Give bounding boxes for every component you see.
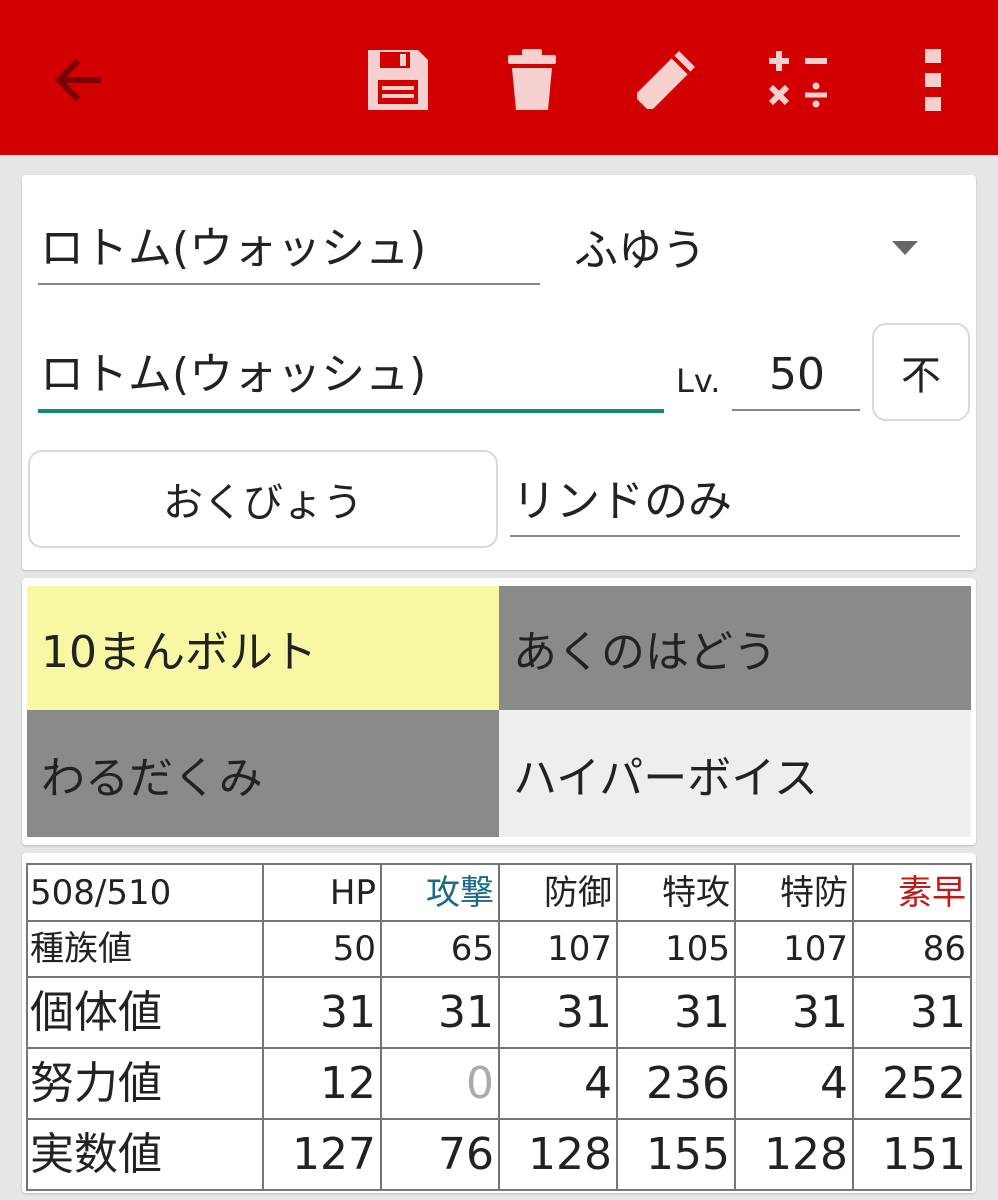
stat-cell: 128	[734, 1118, 854, 1191]
row-label: 努力値	[26, 1047, 264, 1120]
ev-row: 努力値 12 0 4 236 4 252	[26, 1047, 972, 1120]
level-input[interactable]: 50	[734, 353, 860, 397]
header-sp-attack: 特攻	[616, 863, 736, 922]
species-input[interactable]: ロトム(ウォッシュ)	[40, 227, 426, 271]
calculator-button[interactable]	[758, 40, 838, 120]
save-icon	[368, 50, 428, 110]
stat-cell: 107	[498, 920, 618, 978]
delete-button[interactable]	[492, 40, 572, 120]
stats-card: 508/510 HP 攻撃 防御 特攻 特防 素早 種族値 50 65 107 …	[22, 853, 976, 1193]
row-label: 種族値	[26, 920, 264, 978]
iv-cell[interactable]: 31	[734, 976, 854, 1049]
back-button[interactable]	[38, 40, 118, 120]
pokemon-info-card: ロトム(ウォッシュ) ふゆう ロトム(ウォッシュ) Lv. 50 不 おくびょう…	[22, 175, 976, 570]
row-label: 個体値	[26, 976, 264, 1049]
nature-button[interactable]: おくびょう	[28, 450, 498, 548]
stats-table: 508/510 HP 攻撃 防御 特攻 特防 素早 種族値 50 65 107 …	[26, 863, 972, 1191]
stat-cell: 105	[616, 920, 736, 978]
move-slot-2[interactable]: あくのはどう	[499, 586, 971, 710]
ev-cell[interactable]: 252	[852, 1047, 972, 1120]
nickname-input[interactable]: ロトム(ウォッシュ)	[40, 353, 426, 397]
stat-cell: 151	[852, 1118, 972, 1191]
more-options-button[interactable]	[893, 40, 973, 120]
iv-cell[interactable]: 31	[852, 976, 972, 1049]
ev-cell[interactable]: 12	[262, 1047, 382, 1120]
ev-cell[interactable]: 4	[734, 1047, 854, 1120]
level-underline	[732, 409, 860, 411]
ev-total: 508/510	[26, 863, 264, 922]
species-underline	[38, 283, 540, 285]
ev-cell[interactable]: 4	[498, 1047, 618, 1120]
header-sp-defense: 特防	[734, 863, 854, 922]
move-slot-4[interactable]: ハイパーボイス	[499, 710, 971, 837]
move-slot-3[interactable]: わるだくみ	[27, 710, 499, 837]
move-slot-1[interactable]: 10まんボルト	[27, 586, 499, 710]
save-button[interactable]	[358, 40, 438, 120]
nickname-underline	[38, 409, 664, 413]
iv-row: 個体値 31 31 31 31 31 31	[26, 976, 972, 1049]
header-hp: HP	[262, 863, 382, 922]
header-defense: 防御	[498, 863, 618, 922]
iv-cell[interactable]: 31	[262, 976, 382, 1049]
calculator-icon	[768, 51, 827, 108]
iv-cell[interactable]: 31	[498, 976, 618, 1049]
stat-cell: 155	[616, 1118, 736, 1191]
base-stats-row: 種族値 50 65 107 105 107 86	[26, 920, 972, 978]
header-attack: 攻撃	[380, 863, 500, 922]
stat-cell: 76	[380, 1118, 500, 1191]
level-toggle-button[interactable]: 不	[872, 323, 970, 421]
stats-header-row: 508/510 HP 攻撃 防御 特攻 特防 素早	[26, 863, 972, 922]
level-label: Lv.	[676, 362, 721, 400]
stat-cell: 127	[262, 1118, 382, 1191]
iv-cell[interactable]: 31	[616, 976, 736, 1049]
iv-cell[interactable]: 31	[380, 976, 500, 1049]
ev-cell[interactable]: 236	[616, 1047, 736, 1120]
ability-select[interactable]: ふゆう	[574, 229, 706, 273]
pencil-icon	[637, 51, 695, 109]
moves-card: 10まんボルト あくのはどう わるだくみ ハイパーボイス	[22, 578, 976, 845]
row-label: 実数値	[26, 1118, 264, 1191]
stat-cell: 128	[498, 1118, 618, 1191]
ev-cell[interactable]: 0	[380, 1047, 500, 1120]
stat-cell: 86	[852, 920, 972, 978]
item-underline	[510, 535, 960, 537]
more-vertical-icon	[925, 49, 941, 111]
item-input[interactable]: リンドのみ	[512, 480, 732, 524]
dropdown-arrow-icon[interactable]	[892, 241, 918, 255]
stat-cell: 50	[262, 920, 382, 978]
stat-cell: 107	[734, 920, 854, 978]
trash-icon	[508, 49, 556, 110]
app-toolbar	[0, 0, 998, 155]
header-speed: 素早	[852, 863, 972, 922]
edit-button[interactable]	[626, 40, 706, 120]
arrow-left-icon	[54, 58, 101, 102]
actual-stats-row: 実数値 127 76 128 155 128 151	[26, 1118, 972, 1191]
stat-cell: 65	[380, 920, 500, 978]
